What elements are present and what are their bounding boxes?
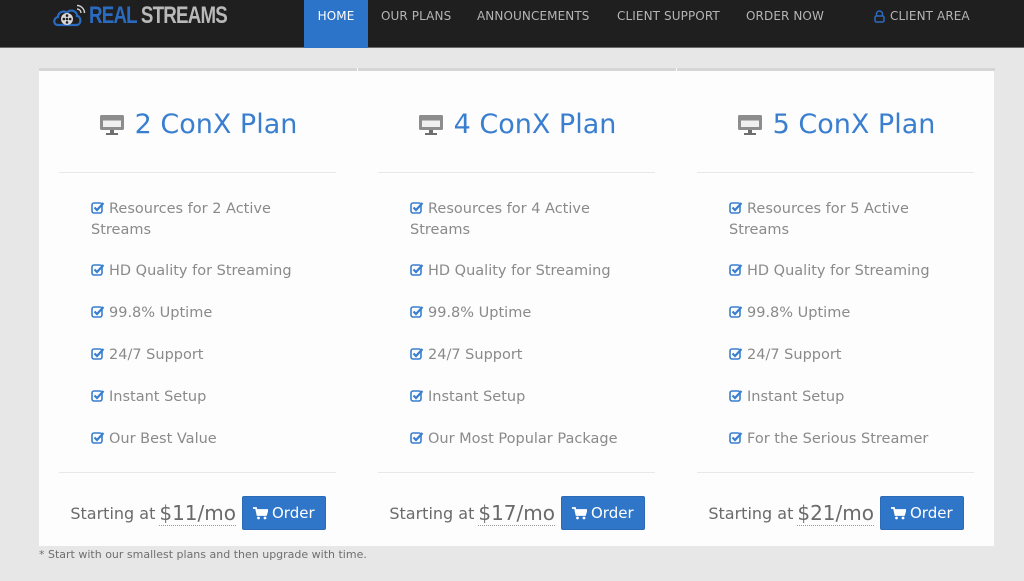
feature-item: HD Quality for Streaming — [410, 261, 630, 282]
plan-card: 5 ConX Plan Resources for 5 Active Strea… — [677, 68, 995, 546]
feature-item: Resources for 5 Active Streams — [729, 200, 909, 238]
shopping-cart-icon — [572, 506, 587, 519]
plan-title: 5 ConX Plan — [677, 109, 995, 140]
price-row: Starting at $17/mo Order — [358, 496, 676, 530]
checkbox-icon — [729, 304, 743, 324]
feature-item: Our Most Popular Package — [410, 429, 630, 450]
top-navbar: REAL STREAMS HOME OUR PLANS ANNOUNCEMENT… — [0, 0, 1024, 48]
checkbox-icon — [410, 430, 424, 450]
brand-logo[interactable]: REAL STREAMS — [52, 3, 266, 29]
feature-item: HD Quality for Streaming — [729, 261, 949, 282]
divider — [378, 472, 655, 473]
shopping-cart-icon — [253, 506, 268, 519]
feature-item: Instant Setup — [91, 387, 311, 408]
monitor-icon — [737, 114, 762, 135]
divider — [59, 172, 336, 173]
checkbox-icon — [729, 346, 743, 366]
feature-item: For the Serious Streamer — [729, 429, 949, 450]
nav-client-support[interactable]: CLIENT SUPPORT — [617, 0, 720, 48]
price-row: Starting at $21/mo Order — [677, 496, 995, 530]
plan-card: 2 ConX Plan Resources for 2 Active Strea… — [39, 68, 357, 546]
cloud-film-reel-icon — [53, 4, 86, 27]
checkbox-icon — [91, 346, 105, 366]
feature-item: 99.8% Uptime — [91, 303, 311, 324]
feature-item: Our Best Value — [91, 429, 311, 450]
feature-item: Resources for 4 Active Streams — [410, 200, 590, 238]
price-row: Starting at $11/mo Order — [39, 496, 357, 530]
brand-name: REAL STREAMS — [89, 2, 228, 29]
nav-home[interactable]: HOME — [304, 0, 368, 48]
pricing-table: 2 ConX Plan Resources for 2 Active Strea… — [39, 68, 995, 546]
checkbox-icon — [410, 304, 424, 324]
client-area-label: CLIENT AREA — [890, 9, 970, 23]
nav-our-plans[interactable]: OUR PLANS — [381, 0, 451, 48]
plan-title: 2 ConX Plan — [39, 109, 357, 140]
divider — [697, 172, 974, 173]
footnote: * Start with our smallest plans and then… — [39, 548, 367, 561]
checkbox-icon — [729, 430, 743, 450]
checkbox-icon — [91, 200, 105, 220]
order-button[interactable]: Order — [242, 496, 326, 530]
feature-item: HD Quality for Streaming — [91, 261, 311, 282]
feature-item: 24/7 Support — [410, 345, 630, 366]
plan-price: $21/mo — [797, 500, 874, 526]
order-button[interactable]: Order — [880, 496, 964, 530]
divider — [378, 172, 655, 173]
nav-order-now[interactable]: ORDER NOW — [746, 0, 824, 48]
checkbox-icon — [91, 430, 105, 450]
monitor-icon — [418, 114, 443, 135]
user-lock-icon — [874, 10, 885, 23]
feature-list: Resources for 4 Active Streams HD Qualit… — [410, 199, 630, 471]
checkbox-icon — [729, 262, 743, 282]
starting-label: Starting at — [708, 503, 794, 523]
checkbox-icon — [91, 304, 105, 324]
feature-list: Resources for 2 Active Streams HD Qualit… — [91, 199, 311, 471]
starting-label: Starting at — [389, 503, 475, 523]
checkbox-icon — [410, 200, 424, 220]
plan-price: $11/mo — [159, 500, 236, 526]
checkbox-icon — [410, 388, 424, 408]
monitor-icon — [99, 114, 124, 135]
checkbox-icon — [410, 262, 424, 282]
feature-item: Instant Setup — [729, 387, 949, 408]
checkbox-icon — [91, 388, 105, 408]
feature-item: Resources for 2 Active Streams — [91, 200, 271, 238]
checkbox-icon — [729, 200, 743, 220]
checkbox-icon — [410, 346, 424, 366]
feature-list: Resources for 5 Active Streams HD Qualit… — [729, 199, 949, 471]
divider — [59, 472, 336, 473]
order-button[interactable]: Order — [561, 496, 645, 530]
shopping-cart-icon — [891, 506, 906, 519]
nav-announcements[interactable]: ANNOUNCEMENTS — [477, 0, 590, 48]
plan-price: $17/mo — [478, 500, 555, 526]
feature-item: 24/7 Support — [91, 345, 311, 366]
feature-item: 99.8% Uptime — [410, 303, 630, 324]
checkbox-icon — [729, 388, 743, 408]
checkbox-icon — [91, 262, 105, 282]
nav-client-area[interactable]: CLIENT AREA — [874, 0, 970, 33]
feature-item: 24/7 Support — [729, 345, 949, 366]
feature-item: 99.8% Uptime — [729, 303, 949, 324]
plan-title: 4 ConX Plan — [358, 109, 676, 140]
starting-label: Starting at — [70, 503, 156, 523]
feature-item: Instant Setup — [410, 387, 630, 408]
divider — [697, 472, 974, 473]
plan-card: 4 ConX Plan Resources for 4 Active Strea… — [358, 68, 676, 546]
